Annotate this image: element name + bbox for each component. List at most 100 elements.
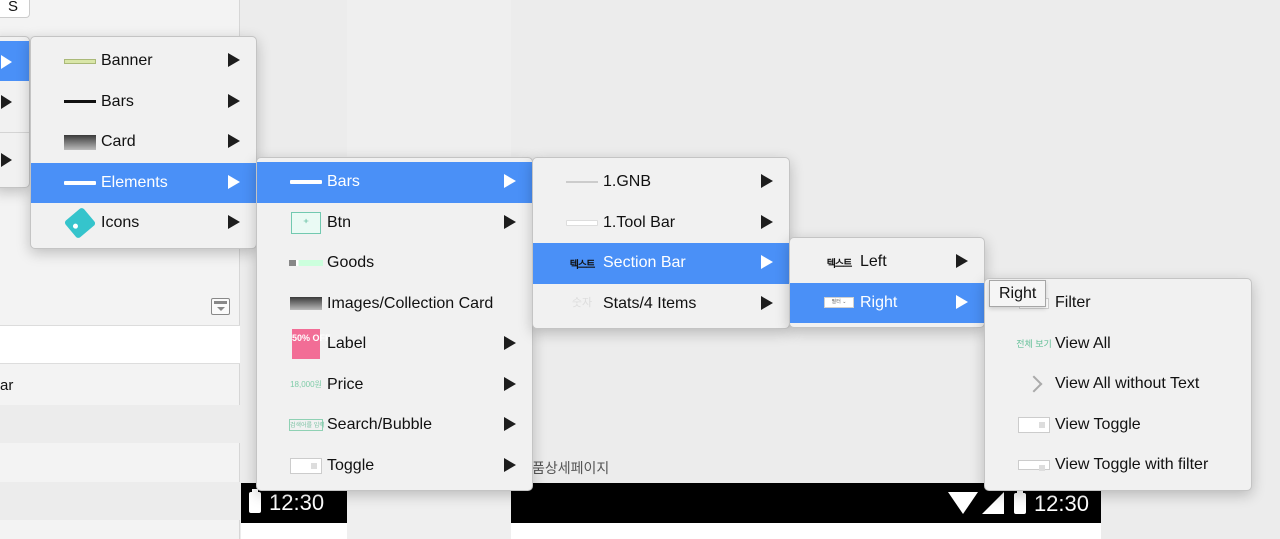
menu-item-view-toggle[interactable]: View Toggle bbox=[985, 405, 1251, 446]
menu-item-label: View All without Text bbox=[1055, 375, 1200, 393]
artboard-body bbox=[511, 523, 1101, 539]
status-time: 12:30 bbox=[1033, 491, 1089, 516]
submenu-arrow-icon bbox=[228, 93, 240, 108]
menu-item-label: Price bbox=[327, 375, 364, 393]
submenu-arrow-icon bbox=[1, 153, 12, 167]
menu-item-banner[interactable]: Banner bbox=[31, 41, 256, 82]
price-thumbnail-icon: 18,000원 bbox=[290, 380, 322, 390]
menu-item-bars[interactable]: Bars bbox=[31, 82, 256, 123]
parent-menu-partial bbox=[0, 36, 30, 188]
search-thumbnail-icon: 검색어를 입력 bbox=[287, 414, 325, 436]
categories-menu: Banner Bars Card Elements Icons bbox=[30, 36, 257, 249]
menu-item-toggle[interactable]: Toggle bbox=[257, 446, 532, 487]
section-bar-menu: 텍스트 Left 필터 ⌄ Right bbox=[789, 237, 985, 328]
submenu-arrow-icon bbox=[504, 214, 516, 229]
menu-item-label: Filter bbox=[1055, 294, 1091, 312]
menu-item-card[interactable]: Card bbox=[31, 122, 256, 163]
wifi-icon bbox=[947, 492, 978, 514]
submenu-arrow-icon bbox=[761, 295, 773, 310]
submenu-arrow-icon bbox=[761, 255, 773, 269]
menu-item-view-all[interactable]: 전체 보기 View All bbox=[985, 324, 1251, 365]
sidebar-search-row[interactable] bbox=[0, 326, 240, 364]
status-time: 12:30 bbox=[269, 490, 325, 515]
menu-item-left[interactable]: 텍스트 Left bbox=[790, 242, 984, 283]
submenu-arrow-icon bbox=[504, 336, 516, 350]
menu-item-label: View Toggle with filter bbox=[1055, 456, 1209, 474]
collapse-panel-icon[interactable] bbox=[211, 298, 230, 315]
submenu-arrow-icon bbox=[504, 174, 516, 188]
button-thumbnail-icon: ⁺ bbox=[287, 211, 325, 234]
submenu-arrow-icon bbox=[956, 254, 968, 268]
menu-item-label: View All bbox=[1055, 334, 1111, 352]
menu-item-elements[interactable]: Elements bbox=[31, 162, 256, 203]
chevron-right-icon bbox=[1015, 373, 1053, 395]
submenu-arrow-icon bbox=[228, 53, 240, 67]
bar-thumbnail-icon bbox=[61, 91, 99, 113]
submenu-arrow-icon bbox=[1, 95, 12, 109]
toggle-thumbnail-icon bbox=[287, 455, 325, 477]
menu-item-price[interactable]: 18,000원 Price bbox=[257, 365, 532, 406]
menu-item-section-bar[interactable]: 텍스트 Section Bar bbox=[533, 243, 789, 284]
tooltip: Right bbox=[989, 280, 1047, 307]
menu-item-label: Btn bbox=[327, 213, 352, 231]
bar-thumbnail-icon bbox=[61, 172, 99, 194]
menu-item-label: Images/Collection Card bbox=[327, 294, 494, 312]
menu-item-label: Bars bbox=[327, 173, 360, 191]
menu-item-search-bubble[interactable]: 검색어를 입력 Search/Bubble bbox=[257, 405, 532, 446]
sidebar-row[interactable] bbox=[0, 482, 240, 520]
submenu-arrow-icon bbox=[761, 214, 773, 229]
artboard-label[interactable]: 품상세페이지 bbox=[532, 458, 609, 478]
menu-item-btn[interactable]: ⁺ Btn bbox=[257, 203, 532, 244]
view-all-thumbnail-icon: 전체 보기 bbox=[1016, 339, 1052, 350]
submenu-arrow-icon bbox=[228, 134, 240, 148]
bar-thumbnail-icon bbox=[563, 212, 601, 234]
artboard-body bbox=[241, 523, 347, 539]
menu-item-icons[interactable]: Icons bbox=[31, 203, 256, 244]
sidebar-panel-header bbox=[0, 288, 240, 326]
line-thumbnail-icon bbox=[563, 171, 601, 193]
elements-menu: Bars ⁺ Btn Goods Images/Collection Card … bbox=[256, 157, 533, 491]
bar-thumbnail-icon bbox=[287, 171, 325, 193]
submenu-arrow-icon bbox=[228, 174, 240, 189]
menu-separator bbox=[0, 132, 29, 133]
submenu-arrow-icon bbox=[504, 376, 516, 391]
sidebar-top-letter: S bbox=[8, 0, 19, 15]
menu-item-label-text: Label bbox=[327, 335, 367, 353]
tag-icon bbox=[61, 207, 99, 240]
sidebar-row[interactable] bbox=[0, 405, 240, 443]
text-thumbnail-icon: 텍스트 bbox=[569, 259, 596, 271]
signal-icon bbox=[981, 492, 1004, 514]
card-thumbnail-icon bbox=[287, 293, 325, 315]
submenu-arrow-icon bbox=[504, 457, 516, 472]
stats-thumbnail-icon: 숫자 bbox=[571, 297, 593, 310]
card-thumbnail-icon bbox=[61, 131, 99, 153]
submenu-arrow-icon bbox=[504, 417, 516, 431]
toggle-thumbnail-icon bbox=[1015, 414, 1053, 436]
banner-thumbnail-icon bbox=[61, 50, 99, 72]
menu-item-goods[interactable]: Goods bbox=[257, 243, 532, 284]
menu-item-label: Toggle bbox=[327, 456, 375, 474]
label-thumbnail-icon: 50% OFF bbox=[287, 329, 331, 360]
sidebar-row-text: ar bbox=[0, 377, 14, 394]
submenu-arrow-icon bbox=[1, 55, 12, 69]
submenu-arrow-icon bbox=[761, 174, 773, 188]
menu-item-right[interactable]: 필터 ⌄ Right bbox=[790, 282, 984, 323]
menu-item-label[interactable]: 50% OFF Label bbox=[257, 324, 532, 365]
menu-item-view-all-without-text[interactable]: View All without Text bbox=[985, 364, 1251, 405]
text-thumbnail-icon: 텍스트 bbox=[826, 258, 853, 270]
menu-item-view-toggle-with-filter[interactable]: View Toggle with filter bbox=[985, 445, 1251, 486]
menu-item-label: Goods bbox=[327, 254, 375, 272]
bars-menu: 1.GNB 1.Tool Bar 텍스트 Section Bar 숫자 Stat… bbox=[532, 157, 790, 329]
right-menu: Filter 전체 보기 View All View All without T… bbox=[984, 278, 1252, 491]
menu-item-bars[interactable]: Bars bbox=[257, 162, 532, 203]
battery-icon bbox=[1013, 490, 1026, 514]
sidebar-top-item[interactable]: S bbox=[0, 0, 30, 18]
menu-item-images-collection-card[interactable]: Images/Collection Card bbox=[257, 284, 532, 325]
submenu-arrow-icon bbox=[228, 215, 240, 229]
menu-item-tool-bar[interactable]: 1.Tool Bar bbox=[533, 203, 789, 244]
menu-item-stats[interactable]: 숫자 Stats/4 Items bbox=[533, 284, 789, 325]
menu-item-label: View Toggle bbox=[1055, 415, 1141, 433]
submenu-arrow-icon bbox=[956, 294, 968, 309]
right-thumbnail-icon: 필터 ⌄ bbox=[820, 292, 858, 314]
menu-item-gnb[interactable]: 1.GNB bbox=[533, 162, 789, 203]
